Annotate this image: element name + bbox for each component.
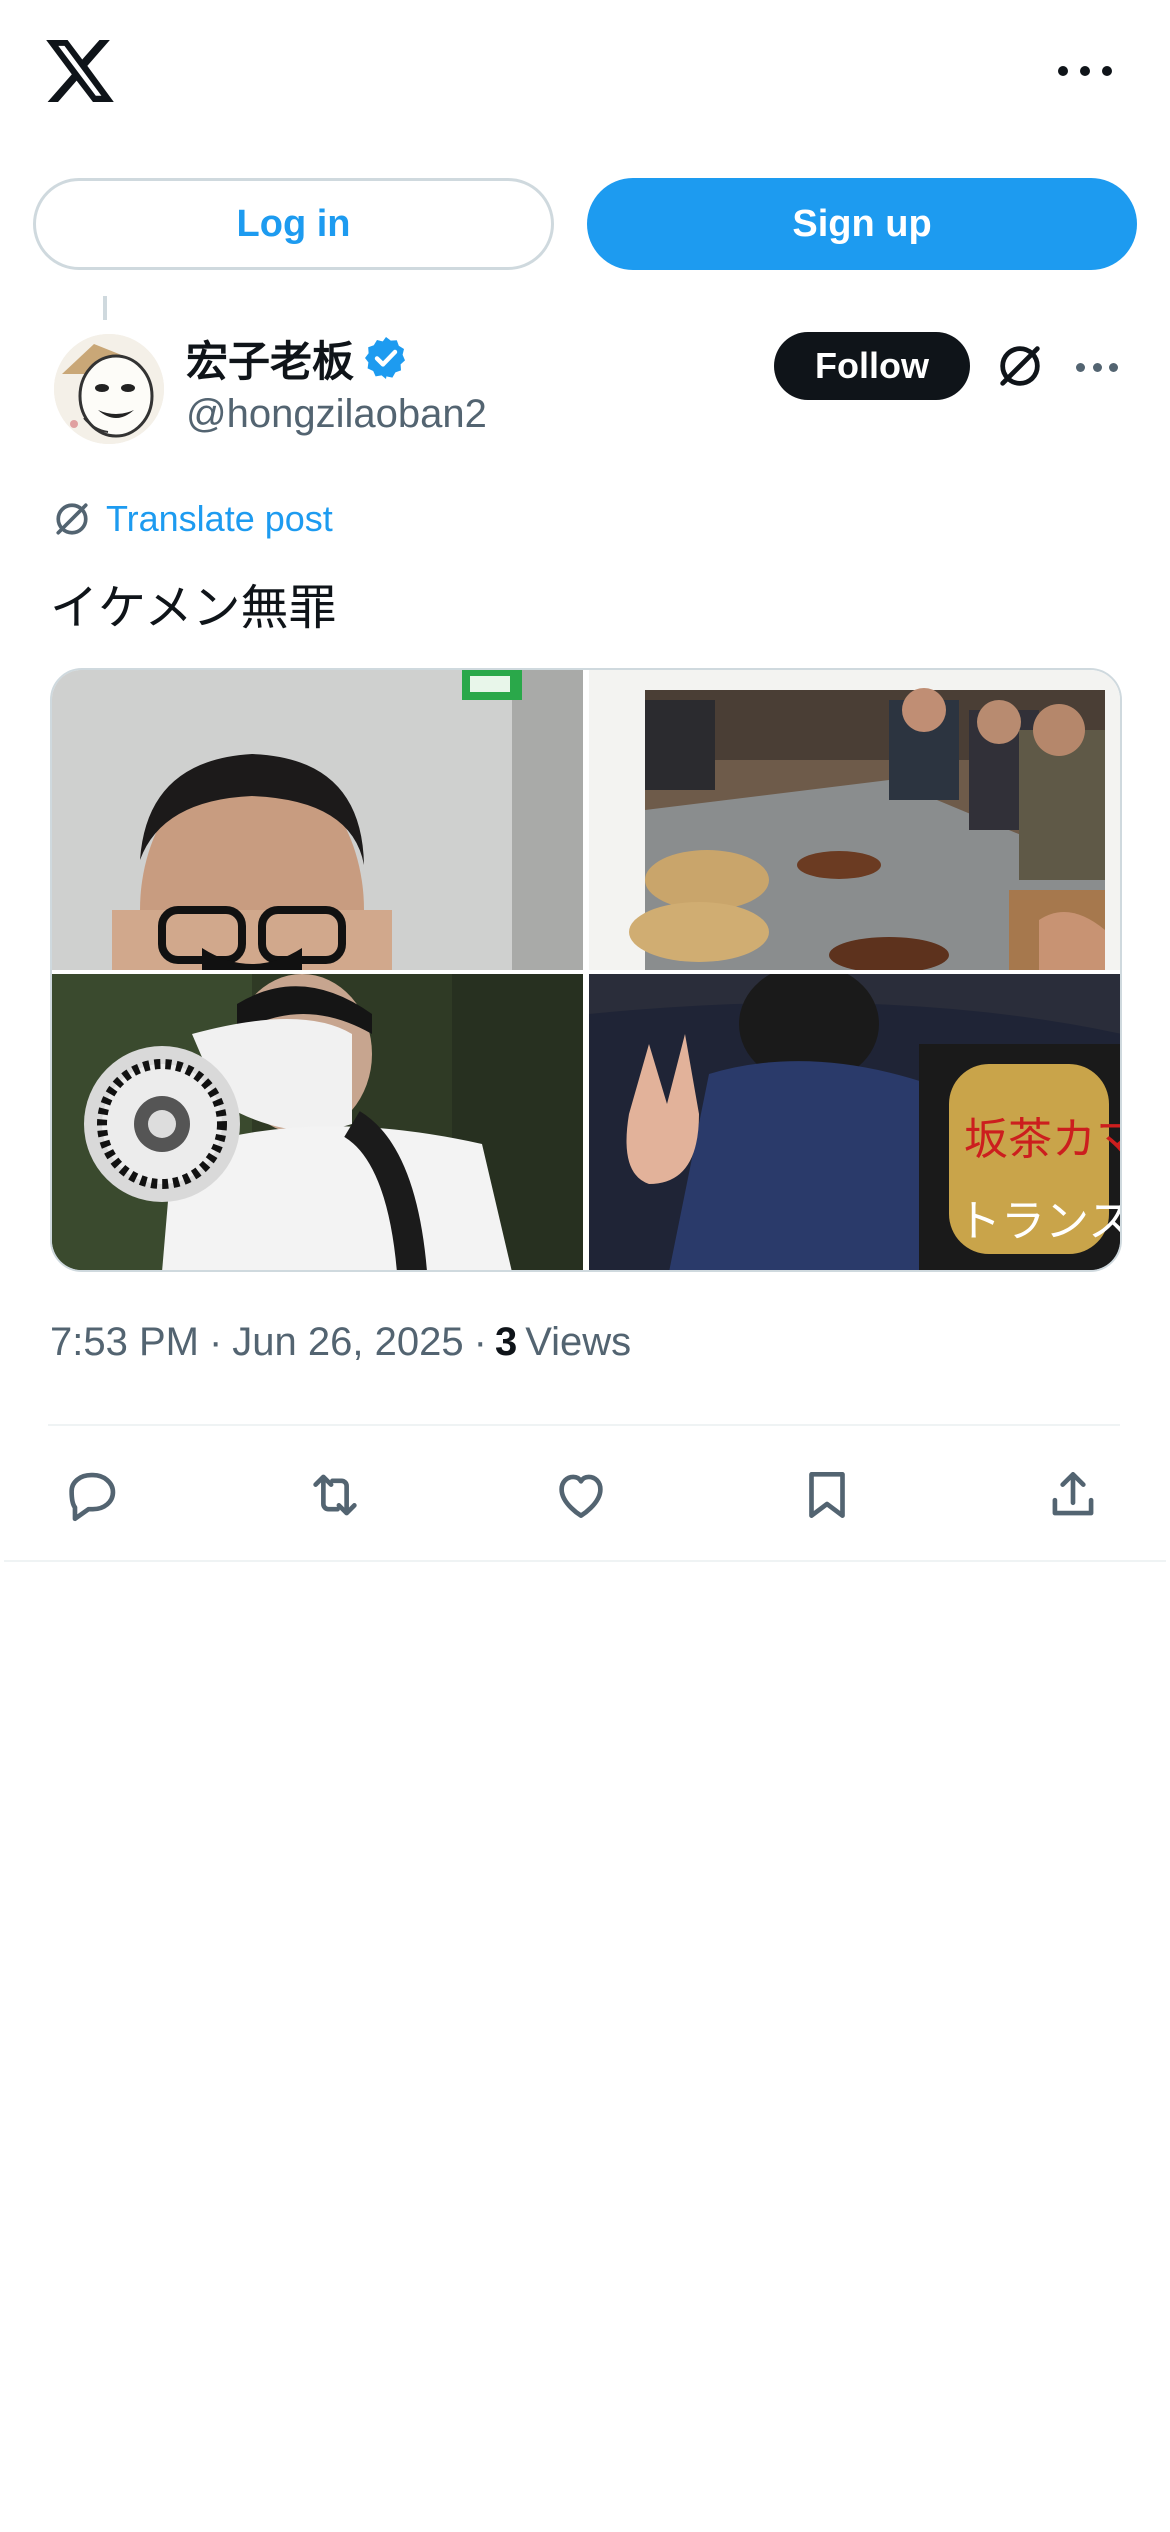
sign-text-1: 坂茶カマ <box>964 1114 1122 1165</box>
photo-2[interactable] <box>589 670 1120 970</box>
photo-3[interactable] <box>52 974 583 1270</box>
post-time[interactable]: 7:53 PM <box>50 1320 199 1365</box>
avatar[interactable] <box>54 334 164 444</box>
action-bar <box>48 1452 1120 1538</box>
reply-icon[interactable] <box>60 1464 122 1526</box>
thread-line <box>103 296 107 320</box>
post-more-icon[interactable] <box>1076 363 1118 373</box>
verified-badge-icon <box>365 337 406 379</box>
post-text: イケメン無罪 <box>50 582 337 635</box>
media-grid: 坂茶カマ トランス差 <box>50 668 1122 1272</box>
post-date[interactable]: Jun 26, 2025 <box>232 1320 463 1365</box>
x-logo-icon[interactable] <box>46 40 114 102</box>
post-meta: 7:53 PM · Jun 26, 2025 · 3 Views <box>50 1320 631 1365</box>
translate-icon <box>56 503 88 535</box>
views-label: Views <box>525 1320 632 1364</box>
divider <box>4 1560 1166 1562</box>
share-icon[interactable] <box>1042 1464 1104 1526</box>
more-horizontal-icon[interactable] <box>1058 56 1112 86</box>
photo-4[interactable]: 坂茶カマ トランス差 <box>589 974 1122 1270</box>
author-handle[interactable]: @hongzilaoban2 <box>186 392 487 437</box>
signup-button[interactable]: Sign up <box>587 178 1137 270</box>
meta-separator: · <box>208 1320 223 1364</box>
bookmark-icon[interactable] <box>796 1464 858 1526</box>
top-bar <box>0 0 1170 150</box>
translate-post-link[interactable]: Translate post <box>50 494 333 544</box>
views-count: 3 <box>494 1320 518 1364</box>
like-icon[interactable] <box>550 1464 612 1526</box>
divider <box>48 1424 1120 1426</box>
author-info[interactable]: 宏子老板 @hongzilaoban2 <box>186 330 487 437</box>
meta-separator: · <box>473 1320 487 1364</box>
translate-label: Translate post <box>106 498 333 539</box>
repost-icon[interactable] <box>304 1464 366 1526</box>
author-name[interactable]: 宏子老板 <box>186 328 354 389</box>
photo-1[interactable] <box>52 670 583 970</box>
sign-text-2: トランス差 <box>957 1196 1122 1247</box>
login-button[interactable]: Log in <box>33 178 554 270</box>
grok-icon[interactable] <box>994 340 1046 392</box>
follow-button[interactable]: Follow <box>774 332 970 400</box>
auth-buttons: Log in Sign up <box>33 178 1137 270</box>
